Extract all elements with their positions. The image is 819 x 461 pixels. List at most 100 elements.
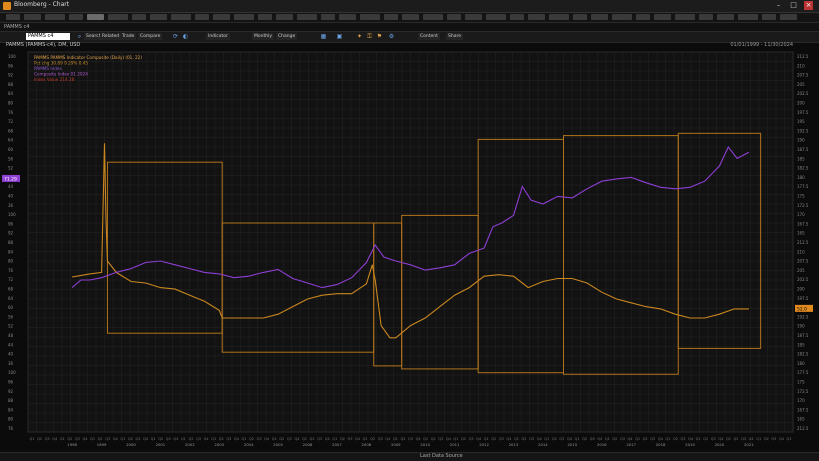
menu-tab[interactable] bbox=[573, 14, 587, 20]
x-axis-year: 2008 bbox=[362, 442, 372, 447]
zoom-icon[interactable]: ◐ bbox=[182, 33, 189, 40]
menu-tab[interactable] bbox=[150, 14, 167, 20]
app-icon bbox=[3, 2, 11, 10]
x-axis-tick: Q3 bbox=[499, 437, 504, 441]
menu-tab[interactable] bbox=[339, 14, 356, 20]
menu-tab[interactable] bbox=[24, 14, 41, 20]
menu-tab[interactable] bbox=[132, 14, 146, 20]
menu-bar bbox=[0, 13, 819, 23]
menu-tab[interactable] bbox=[87, 14, 104, 20]
menu-tab[interactable] bbox=[195, 14, 209, 20]
menu-tab[interactable] bbox=[360, 14, 380, 20]
menu-tab[interactable] bbox=[69, 14, 83, 20]
x-axis-year: 2001 bbox=[156, 442, 166, 447]
x-axis-tick: Q2 bbox=[552, 437, 557, 441]
menu-tab[interactable] bbox=[717, 14, 734, 20]
menu-tab[interactable] bbox=[447, 14, 461, 20]
x-axis-tick: Q3 bbox=[620, 437, 625, 441]
right-axis-tick: 175 bbox=[797, 380, 805, 385]
menu-tab[interactable] bbox=[738, 14, 758, 20]
menu-tab[interactable] bbox=[45, 14, 65, 20]
maximize-icon[interactable]: □ bbox=[789, 1, 798, 10]
menu-tab[interactable] bbox=[780, 14, 797, 20]
left-axis-tick: 96 bbox=[8, 63, 14, 68]
right-axis-tick: 190 bbox=[797, 138, 805, 143]
x-axis-tick: Q4 bbox=[597, 437, 603, 441]
menu-tab[interactable] bbox=[297, 14, 317, 20]
right-axis-tick: 167.5 bbox=[797, 407, 809, 412]
x-axis-tick: Q4 bbox=[688, 437, 694, 441]
menu-tab[interactable] bbox=[423, 14, 443, 20]
menu-tab[interactable] bbox=[234, 14, 254, 20]
security-input[interactable]: PAMMS c4 bbox=[26, 33, 70, 40]
left-axis-tick: 92 bbox=[8, 389, 14, 394]
table-icon[interactable]: ▦ bbox=[320, 33, 327, 40]
x-axis-year: 2005 bbox=[273, 442, 283, 447]
x-axis-tick: Q4 bbox=[325, 437, 331, 441]
layout-icon[interactable]: ▣ bbox=[336, 33, 343, 40]
menu-tab[interactable] bbox=[108, 14, 128, 20]
x-axis-tick: Q1 bbox=[332, 437, 337, 441]
share-button[interactable]: Share bbox=[446, 33, 463, 40]
menu-tab[interactable] bbox=[384, 14, 398, 20]
right-axis-tick: 175 bbox=[797, 194, 805, 199]
search-icon[interactable]: ⌕ bbox=[76, 33, 83, 40]
menu-tab[interactable] bbox=[654, 14, 671, 20]
menu-tab[interactable] bbox=[213, 14, 230, 20]
x-axis-tick: Q4 bbox=[749, 437, 755, 441]
menu-tab[interactable] bbox=[549, 14, 569, 20]
left-axis-tick: 56 bbox=[8, 314, 14, 319]
trade-button[interactable]: Trade bbox=[120, 33, 137, 40]
left-axis-tick: 100 bbox=[8, 54, 16, 59]
settings-icon[interactable]: ⚙ bbox=[388, 33, 395, 40]
menu-tab[interactable] bbox=[402, 14, 419, 20]
right-axis-tick: 182.5 bbox=[797, 166, 809, 171]
alert-icon[interactable]: ⚑ bbox=[376, 33, 383, 40]
right-axis-tick: 165 bbox=[797, 417, 805, 422]
right-axis-tick: 185 bbox=[797, 156, 805, 161]
menu-tab[interactable] bbox=[699, 14, 713, 20]
monthly-select[interactable]: Monthly bbox=[252, 33, 275, 40]
related-button[interactable]: Related bbox=[100, 33, 122, 40]
refresh-icon[interactable]: ⟳ bbox=[172, 33, 179, 40]
chart-svg[interactable]: 100 96 92 88 84 80 76 72 68 64 60 56 52 48 44 40 36 100 96… bbox=[0, 48, 819, 452]
menu-tab[interactable] bbox=[465, 14, 482, 20]
x-axis-tick: Q3 bbox=[408, 437, 413, 441]
left-axis-tick: 84 bbox=[8, 407, 14, 412]
close-icon[interactable]: × bbox=[804, 1, 813, 10]
x-axis-tick: Q1 bbox=[635, 437, 640, 441]
x-axis-tick: Q1 bbox=[605, 437, 610, 441]
menu-tab[interactable] bbox=[636, 14, 650, 20]
menu-tab[interactable] bbox=[6, 14, 20, 20]
menu-tab[interactable] bbox=[528, 14, 545, 20]
x-axis-year: 2014 bbox=[538, 442, 548, 447]
left-axis-tick: 40 bbox=[8, 194, 14, 199]
minimize-icon[interactable]: – bbox=[774, 1, 783, 10]
compare-button[interactable]: Compare bbox=[138, 33, 163, 40]
menu-tab[interactable] bbox=[675, 14, 695, 20]
chart-area[interactable]: 100 96 92 88 84 80 76 72 68 64 60 56 52 48 44 40 36 100 96… bbox=[0, 48, 819, 460]
menu-tab[interactable] bbox=[591, 14, 608, 20]
x-axis-tick: Q4 bbox=[537, 437, 543, 441]
menu-tab[interactable] bbox=[171, 14, 191, 20]
lock-icon[interactable]: ⚿ bbox=[366, 33, 373, 40]
menu-tab[interactable] bbox=[276, 14, 293, 20]
menu-tab[interactable] bbox=[510, 14, 524, 20]
menu-tab[interactable] bbox=[258, 14, 272, 20]
content-button[interactable]: Content bbox=[418, 33, 440, 40]
pin-icon[interactable]: ✦ bbox=[356, 33, 363, 40]
x-axis-tick: Q1 bbox=[60, 437, 65, 441]
change-select[interactable]: Change bbox=[276, 33, 298, 40]
menu-tab[interactable] bbox=[612, 14, 632, 20]
x-axis-year: 2003 bbox=[214, 442, 224, 447]
x-axis-tick: Q2 bbox=[673, 437, 678, 441]
x-axis-tick: Q4 bbox=[52, 437, 58, 441]
x-axis-tick: Q2 bbox=[734, 437, 739, 441]
x-axis-tick: Q1 bbox=[726, 437, 731, 441]
x-axis-year: 2002 bbox=[185, 442, 195, 447]
menu-tab[interactable] bbox=[762, 14, 776, 20]
menu-tab[interactable] bbox=[486, 14, 506, 20]
menu-tab[interactable] bbox=[321, 14, 335, 20]
indicator-button[interactable]: Indicator bbox=[206, 33, 230, 40]
x-axis-tick: Q4 bbox=[355, 437, 361, 441]
